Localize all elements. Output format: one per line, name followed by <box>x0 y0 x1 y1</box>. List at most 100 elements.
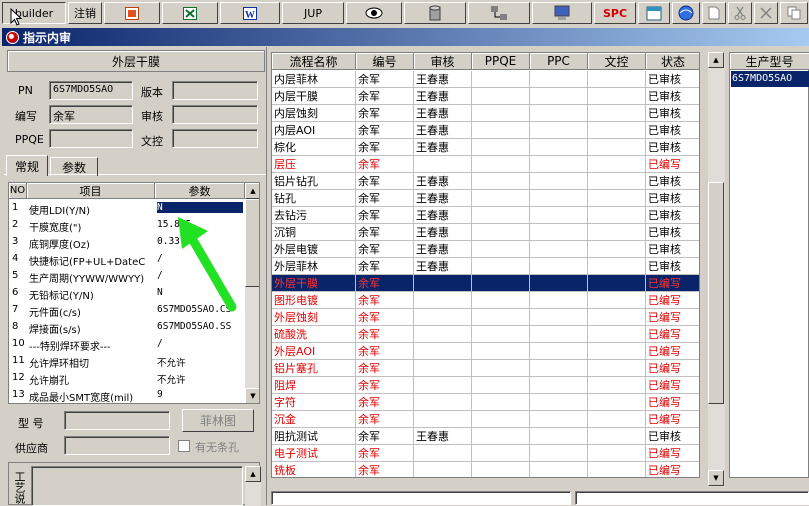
process-row[interactable]: 硫酸洗 余军 已编写 <box>272 326 699 343</box>
process-row[interactable]: 钻孔 余军 王春惠 已审核 <box>272 190 699 207</box>
spc-button[interactable]: SPC <box>594 2 636 24</box>
param-header-value[interactable]: 参数 <box>155 183 245 199</box>
model-field[interactable] <box>64 411 170 430</box>
proc-header-ppqe[interactable]: PPQE <box>472 53 530 70</box>
param-value[interactable]: 6S7MDO5SAO.SS <box>157 321 243 332</box>
param-row[interactable]: 10 ---特别焊环要求--- / <box>9 336 245 353</box>
param-no: 8 <box>12 321 19 332</box>
craft-scroll-up-arrow[interactable]: ▲ <box>245 466 261 482</box>
scroll-up-arrow[interactable]: ▲ <box>245 183 259 199</box>
database-button[interactable] <box>404 2 466 24</box>
param-value[interactable]: 不允许 <box>157 372 243 386</box>
close-doc-button[interactable] <box>754 2 778 24</box>
computer-button[interactable] <box>532 2 592 24</box>
proc-name: 沉铜 <box>272 224 356 241</box>
process-row[interactable]: 图形电镀 余军 已编写 <box>272 292 699 309</box>
film-drawing-button[interactable]: 菲林图 <box>182 409 254 432</box>
process-scrollbar[interactable]: ▲ ▼ <box>708 52 725 487</box>
logout-button[interactable]: 注销 <box>68 2 102 24</box>
network-button[interactable] <box>468 2 530 24</box>
new-doc-button[interactable] <box>702 2 726 24</box>
view-button[interactable] <box>346 2 402 24</box>
proc-scroll-thumb[interactable] <box>708 182 724 404</box>
tab-general[interactable]: 常规 <box>6 155 48 176</box>
calendar-button[interactable] <box>638 2 670 24</box>
process-row[interactable]: 内层干膜 余军 王春惠 已审核 <box>272 88 699 105</box>
craft-notes-field[interactable] <box>31 466 243 506</box>
version-field[interactable] <box>172 81 258 100</box>
param-header-no[interactable]: NO <box>9 183 27 199</box>
jup-button[interactable]: JUP <box>282 2 344 24</box>
scroll-thumb[interactable] <box>245 199 259 287</box>
process-row[interactable]: 电子测试 余军 已编写 <box>272 445 699 462</box>
process-row[interactable]: 外层蚀刻 余军 已编写 <box>272 309 699 326</box>
param-value[interactable]: / <box>157 338 243 349</box>
author-field[interactable]: 余军 <box>49 105 133 124</box>
proc-code: 余军 <box>356 139 414 156</box>
proc-scroll-up-arrow[interactable]: ▲ <box>708 52 724 68</box>
word-button[interactable]: W <box>220 2 280 24</box>
process-row[interactable]: 内层AOI 余军 王春惠 已审核 <box>272 122 699 139</box>
proc-header-doc[interactable]: 文控 <box>588 53 646 70</box>
param-row[interactable]: 13 成品最小SMT宽度(mil) 9 <box>9 387 245 403</box>
param-scrollbar[interactable]: ▲ ▼ <box>245 183 259 403</box>
proc-review <box>414 445 472 462</box>
process-row[interactable]: 棕化 余军 王春惠 已审核 <box>272 139 699 156</box>
process-row[interactable]: 外层干膜 余军 已编写 <box>272 275 699 292</box>
cut-button[interactable] <box>728 2 752 24</box>
param-value[interactable]: N <box>156 201 244 214</box>
proc-doc <box>588 241 646 258</box>
process-row[interactable]: 铝片钻孔 余军 王春惠 已审核 <box>272 173 699 190</box>
proc-header-ppc[interactable]: PPC <box>530 53 588 70</box>
process-row[interactable]: 沉铜 余军 王春惠 已审核 <box>272 224 699 241</box>
copy-button[interactable] <box>780 2 808 24</box>
craft-notes-scrollbar[interactable]: ▲ <box>245 466 261 506</box>
proc-name: 棕化 <box>272 139 356 156</box>
process-row[interactable]: 去钻污 余军 王春惠 已审核 <box>272 207 699 224</box>
proc-ppqe <box>472 326 530 343</box>
process-note-field-right[interactable] <box>575 491 809 505</box>
process-row[interactable]: 外层菲林 余军 王春惠 已审核 <box>272 258 699 275</box>
proc-header-status[interactable]: 状态 <box>646 53 699 70</box>
process-row[interactable]: 沉金 余军 已编写 <box>272 411 699 428</box>
production-model-item[interactable]: 6S7MDO5SAO <box>731 71 809 87</box>
proc-scroll-down-arrow[interactable]: ▼ <box>708 470 724 486</box>
param-row[interactable]: 8 焊接面(s/s) 6S7MDO5SAO.SS <box>9 319 245 336</box>
craft-notes-box: 工艺说 ▲ <box>8 462 261 506</box>
param-header-item[interactable]: 项目 <box>27 183 155 199</box>
proc-header-review[interactable]: 审核 <box>414 53 472 70</box>
process-row[interactable]: 内层蚀刻 余军 王春惠 已审核 <box>272 105 699 122</box>
proc-code: 余军 <box>356 360 414 377</box>
process-row[interactable]: 阻焊 余军 已编写 <box>272 377 699 394</box>
process-row[interactable]: 阻抗测试 余军 王春惠 已审核 <box>272 428 699 445</box>
process-row[interactable]: 内层菲林 余军 王春惠 已审核 <box>272 71 699 88</box>
proc-header-code[interactable]: 编号 <box>356 53 414 70</box>
process-row[interactable]: 铝片塞孔 余军 已编写 <box>272 360 699 377</box>
window-title-bar[interactable]: 指示内审 <box>2 28 809 46</box>
process-row[interactable]: 字符 余军 已编写 <box>272 394 699 411</box>
ppqe-field[interactable] <box>49 129 133 148</box>
pn-field[interactable]: 6S7MDO5SAO <box>49 81 133 100</box>
param-row[interactable]: 11 允许焊环相切 不允许 <box>9 353 245 370</box>
ppt-button[interactable] <box>104 2 160 24</box>
production-model-header[interactable]: 生产型号 <box>730 53 809 70</box>
excel-button[interactable] <box>162 2 218 24</box>
jup-label: JUP <box>304 6 322 20</box>
process-row[interactable]: 外层AOI 余军 已编写 <box>272 343 699 360</box>
scroll-down-arrow[interactable]: ▼ <box>245 388 259 403</box>
param-value[interactable]: 不允许 <box>157 355 243 369</box>
process-row[interactable]: 铣板 余军 已编写 <box>272 462 699 477</box>
supplier-field[interactable] <box>64 436 170 455</box>
review-field[interactable] <box>172 105 258 124</box>
param-row[interactable]: 12 允许崩孔 不允许 <box>9 370 245 387</box>
tab-parameters[interactable]: 参数 <box>50 157 98 176</box>
process-row[interactable]: 外层电镀 余军 王春惠 已审核 <box>272 241 699 258</box>
bar-hole-checkbox[interactable] <box>178 440 190 452</box>
process-row[interactable]: 层压 余军 已编写 <box>272 156 699 173</box>
globe-button[interactable] <box>672 2 700 24</box>
process-note-field-left[interactable] <box>271 491 571 505</box>
proc-doc <box>588 156 646 173</box>
proc-header-name[interactable]: 流程名称 <box>272 53 356 70</box>
doc-control-field[interactable] <box>172 129 258 148</box>
param-value[interactable]: 9 <box>157 389 243 400</box>
